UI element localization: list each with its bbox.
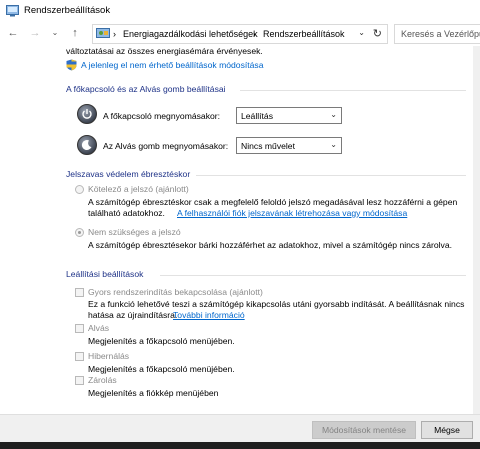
address-dropdown-icon[interactable]: ⌄ (358, 28, 365, 37)
sleep-checkbox[interactable] (75, 324, 84, 333)
power-buttons-heading: A főkapcsoló és az Alvás gomb beállítása… (66, 84, 226, 94)
address-box[interactable]: › Energiagazdálkodási lehetőségek › Rend… (92, 24, 388, 44)
fast-startup-label: Gyors rendszerindítás bekapcsolása (aján… (88, 287, 263, 297)
cancel-button[interactable]: Mégse (421, 421, 473, 439)
change-unavailable-settings-link[interactable]: A jelenleg el nem érhető beállítások mód… (81, 60, 264, 70)
change-password-link[interactable]: A felhasználói fiók jelszavának létrehoz… (177, 208, 407, 218)
fast-startup-desc: Ez a funkció lehetővé teszi a számítógép… (88, 299, 465, 309)
fast-startup-desc-2: hatása az újraindításra. (88, 310, 178, 320)
breadcrumb-system-settings[interactable]: Rendszerbeállítások (263, 29, 345, 39)
section-divider (160, 275, 466, 276)
hibernate-checkbox[interactable] (75, 352, 84, 361)
sleep-option-desc: Megjelenítés a főkapcsoló menüjében. (88, 336, 235, 346)
sleep-button-icon (77, 135, 97, 155)
back-arrow-icon[interactable]: ← (6, 26, 20, 40)
shutdown-heading: Leállítási beállítások (66, 269, 144, 279)
chevron-down-icon: ⌄ (330, 110, 337, 119)
breadcrumb-power-options[interactable]: Energiagazdálkodási lehetőségek (123, 29, 258, 39)
address-bar: ← → ⌄ ↑ › Energiagazdálkodási lehetősége… (0, 22, 480, 46)
lock-option-label: Zárolás (88, 375, 117, 385)
power-button-icon (77, 104, 97, 124)
require-password-label: Kötelező a jelszó (ajánlott) (88, 184, 189, 194)
lock-option-desc: Megjelenítés a fiókkép menüjében (88, 388, 219, 398)
section-divider (240, 90, 466, 91)
up-arrow-icon[interactable]: ↑ (68, 26, 82, 40)
chevron-down-icon: ⌄ (330, 140, 337, 149)
forward-arrow-icon[interactable]: → (28, 26, 42, 40)
uac-shield-icon (66, 59, 77, 71)
hibernate-option-desc: Megjelenítés a főkapcsoló menüjében. (88, 364, 235, 374)
section-divider (196, 175, 466, 176)
scrollbar[interactable] (473, 46, 480, 414)
lock-checkbox[interactable] (75, 376, 84, 385)
power-button-label: A főkapcsoló megnyomásakor: (103, 111, 221, 121)
no-password-desc: A számítógép ébresztésekor bárki hozzáfé… (88, 240, 452, 250)
sleep-button-label: Az Alvás gomb megnyomásakor: (103, 141, 229, 151)
no-password-radio[interactable] (75, 228, 84, 237)
recent-pages-chevron-icon[interactable]: ⌄ (48, 26, 62, 40)
fast-startup-checkbox[interactable] (75, 288, 84, 297)
require-password-radio[interactable] (75, 185, 84, 194)
main-content: változtatásai az összes energiasémára ér… (0, 46, 480, 414)
hibernate-option-label: Hibernálás (88, 351, 130, 361)
window-title: Rendszerbeállítások (24, 5, 111, 16)
control-panel-icon (6, 5, 19, 17)
button-bar: Módosítások mentése Mégse (0, 414, 480, 442)
more-info-link[interactable]: További információ (173, 310, 245, 320)
breadcrumb-separator: › (253, 29, 256, 39)
no-password-label: Nem szükséges a jelszó (88, 227, 181, 237)
title-bar: Rendszerbeállítások (0, 0, 480, 22)
breadcrumb-chevron-icon: › (113, 29, 116, 39)
power-button-select[interactable]: Leállítás ⌄ (236, 107, 342, 124)
sleep-button-select[interactable]: Nincs művelet ⌄ (236, 137, 342, 154)
power-button-value: Leállítás (241, 111, 274, 121)
password-heading: Jelszavas védelem ébresztéskor (66, 169, 191, 179)
refresh-icon[interactable]: ↻ (373, 27, 382, 40)
require-password-desc: A számítógép ébresztéskor csak a megfele… (88, 197, 458, 207)
require-password-desc-2: található adatokhoz. (88, 208, 165, 218)
save-changes-button[interactable]: Módosítások mentése (312, 421, 416, 439)
control-panel-icon (96, 28, 110, 38)
sleep-button-value: Nincs művelet (241, 141, 295, 151)
intro-text: változtatásai az összes energiasémára ér… (66, 46, 263, 56)
search-input[interactable]: Keresés a Vezérlőpult (394, 24, 480, 44)
taskbar (0, 442, 480, 449)
sleep-option-label: Alvás (88, 323, 110, 333)
